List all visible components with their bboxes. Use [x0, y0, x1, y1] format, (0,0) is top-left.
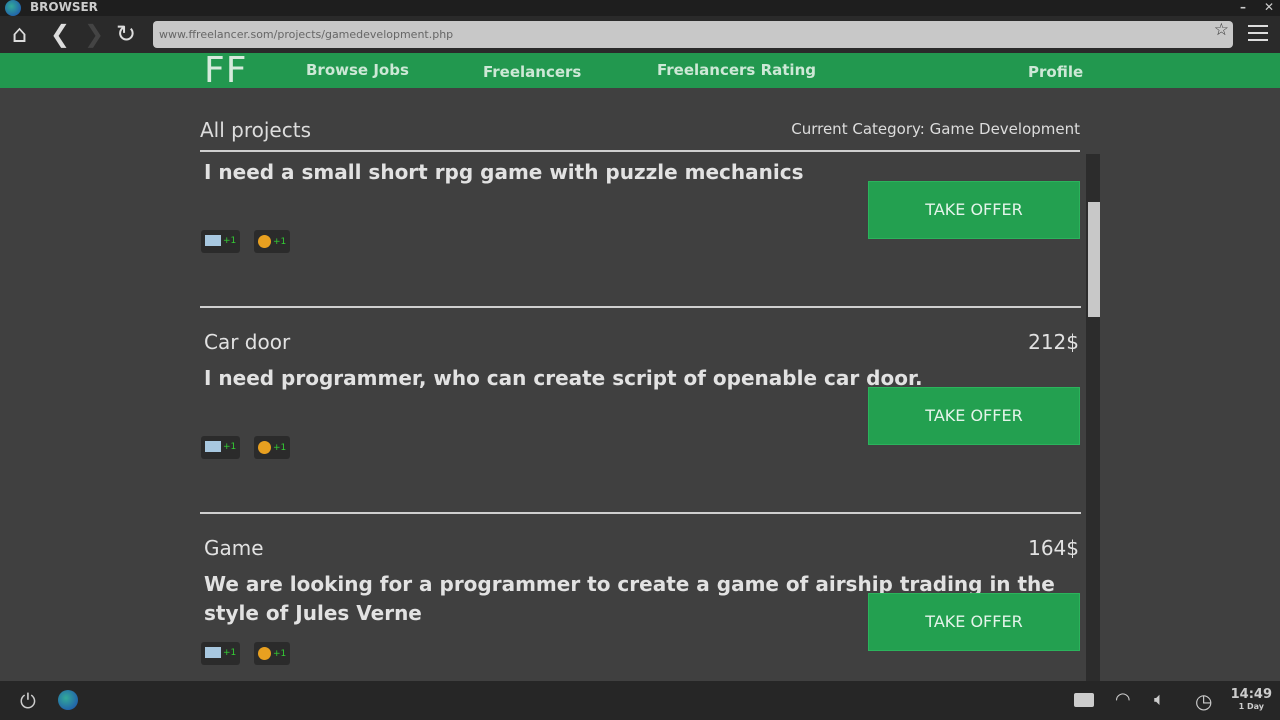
keyboard-icon: [205, 235, 221, 246]
site-logo[interactable]: FF: [204, 53, 247, 89]
skill-tag-art: +1: [254, 642, 291, 665]
reload-icon[interactable]: ↻: [116, 20, 136, 48]
address-bar[interactable]: www.ffreelancer.som/projects/gamedevelop…: [153, 21, 1233, 48]
skill-tag-art: +1: [254, 230, 291, 253]
window-titlebar: BROWSER – ✕: [0, 0, 1280, 16]
nav-browse-jobs[interactable]: Browse Jobs: [306, 61, 409, 79]
skill-tag-programming: +1: [201, 642, 241, 665]
forward-icon[interactable]: ❯: [84, 20, 104, 48]
browser-app-icon[interactable]: [58, 690, 78, 710]
nav-freelancers-rating[interactable]: Freelancers Rating: [657, 61, 816, 79]
wallet-icon[interactable]: [1074, 693, 1094, 707]
day-text: 1 Day: [1238, 702, 1264, 711]
wifi-icon[interactable]: ◠: [1115, 689, 1131, 710]
keyboard-icon: [205, 647, 221, 658]
clock-icon[interactable]: ◷: [1195, 689, 1212, 713]
project-title: Car door: [204, 330, 291, 354]
url-text: www.ffreelancer.som/projects/gamedevelop…: [159, 28, 454, 41]
current-category: Current Category: Game Development: [791, 120, 1080, 138]
bookmark-star-icon[interactable]: ☆: [1214, 22, 1229, 39]
time-text: 14:49: [1230, 687, 1272, 702]
taskbar-clock: 14:49 1 Day: [1231, 687, 1272, 711]
palette-icon: [258, 441, 271, 454]
project-list: I need a small short rpg game with puzzl…: [200, 154, 1082, 681]
palette-icon: [258, 647, 271, 660]
project-price: 164$: [1028, 536, 1079, 560]
page-title: All projects: [200, 118, 311, 142]
nav-profile[interactable]: Profile: [1028, 63, 1083, 81]
browser-globe-icon: [5, 0, 21, 16]
skill-tag-art: +1: [254, 436, 291, 459]
taskbar: ⏻ ◠ 🔈︎ ◷ 14:49 1 Day: [0, 681, 1280, 720]
back-icon[interactable]: ❮: [50, 20, 70, 48]
take-offer-button[interactable]: TAKE OFFER: [868, 593, 1080, 651]
volume-icon[interactable]: 🔈︎: [1154, 689, 1165, 710]
menu-icon[interactable]: [1248, 25, 1268, 46]
nav-freelancers[interactable]: Freelancers: [483, 63, 581, 81]
project-price: 212$: [1028, 330, 1079, 354]
take-offer-button[interactable]: TAKE OFFER: [868, 181, 1080, 239]
projects-header: All projects Current Category: Game Deve…: [200, 118, 1080, 152]
skill-tag-programming: +1: [201, 436, 241, 459]
take-offer-button[interactable]: TAKE OFFER: [868, 387, 1080, 445]
palette-icon: [258, 235, 271, 248]
site-navbar: FF Browse Jobs Freelancers Freelancers R…: [0, 53, 1280, 89]
home-icon[interactable]: ⌂: [12, 20, 27, 48]
power-icon[interactable]: ⏻: [20, 689, 36, 713]
project-item: Car door 212$ I need programmer, who can…: [200, 308, 1081, 514]
project-item: I need a small short rpg game with puzzl…: [200, 154, 1081, 308]
project-title: Game: [204, 536, 264, 560]
minimize-button[interactable]: –: [1240, 0, 1246, 14]
skill-tag-programming: +1: [201, 230, 241, 253]
keyboard-icon: [205, 441, 221, 452]
project-item: Game 164$ We are looking for a programme…: [200, 514, 1081, 681]
browser-toolbar: ⌂ ❮ ❯ ↻ www.ffreelancer.som/projects/gam…: [0, 16, 1280, 53]
window-title: BROWSER: [30, 0, 98, 14]
close-button[interactable]: ✕: [1264, 0, 1274, 14]
scrollbar-thumb[interactable]: [1088, 202, 1100, 317]
